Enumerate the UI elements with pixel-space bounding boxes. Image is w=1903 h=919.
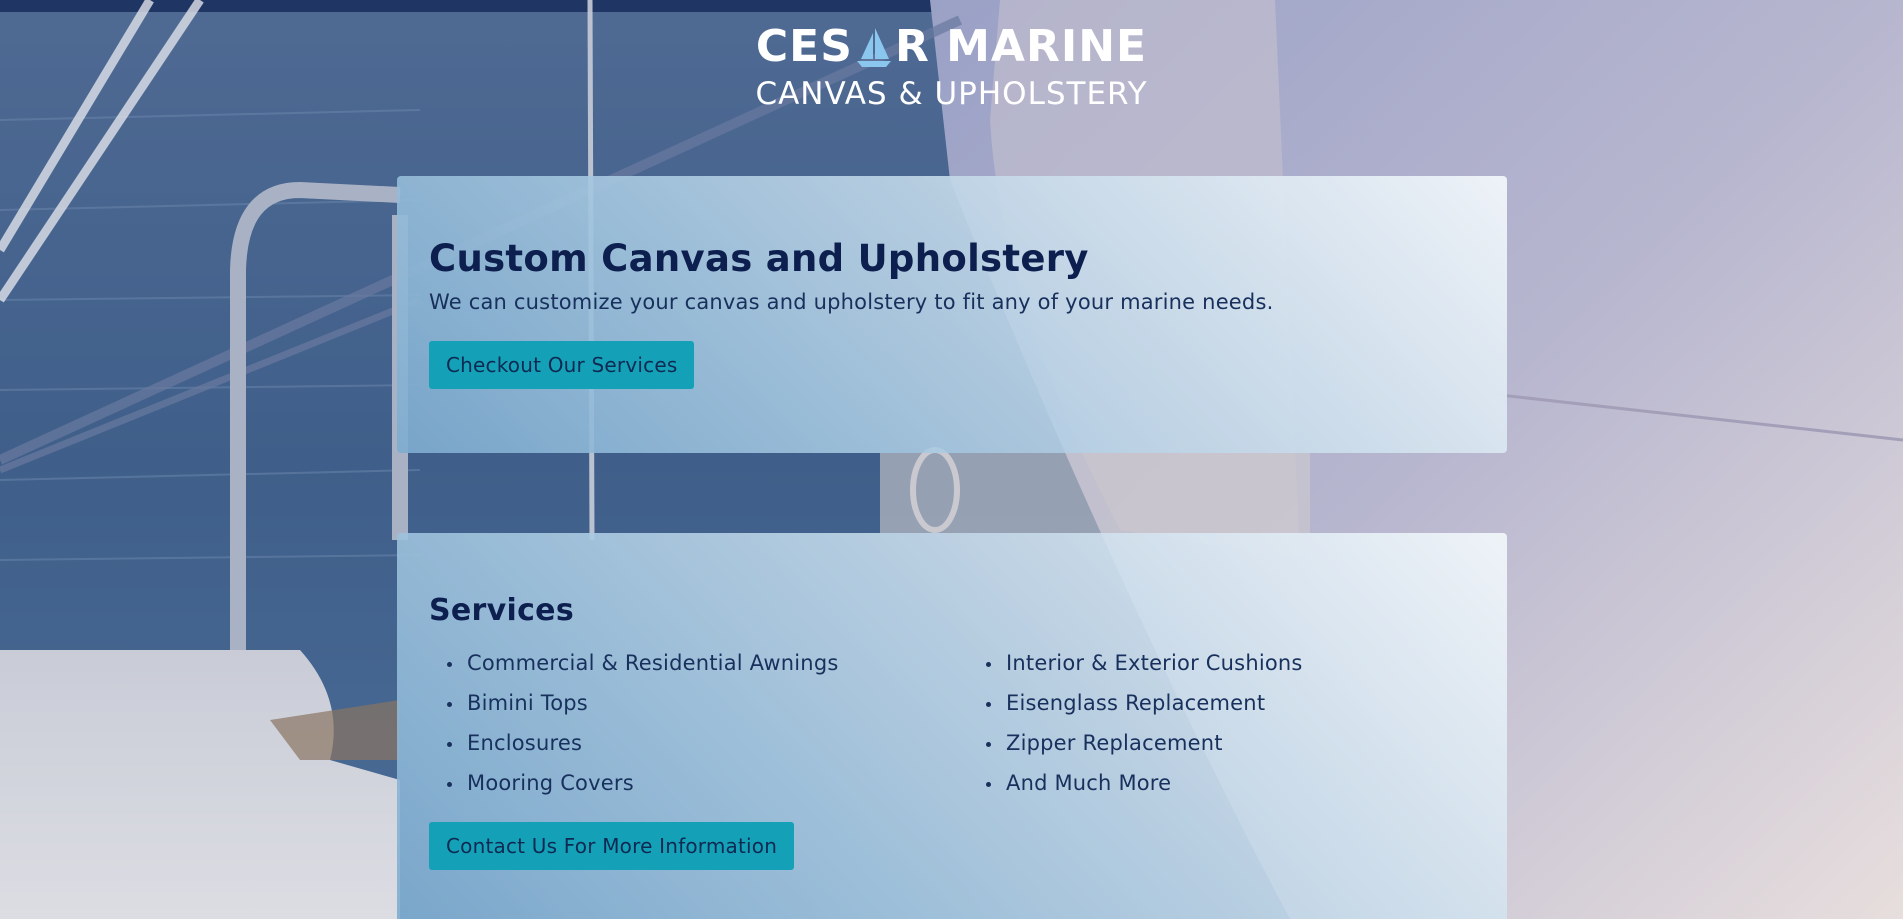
brand-logo[interactable]: CES R MARINE [756,22,1147,72]
brand-subtitle: CANVAS & UPHOLSTERY [755,76,1148,112]
sailboat-icon [855,27,893,67]
services-list-right: Interior & Exterior Cushions Eisenglass … [986,643,1303,803]
services-heading: Services [429,593,574,628]
hero-heading: Custom Canvas and Upholstery [429,237,1089,280]
list-item: Zipper Replacement [986,723,1303,763]
hero-card: Custom Canvas and Upholstery We can cust… [397,176,1507,453]
hero-text: We can customize your canvas and upholst… [429,290,1274,314]
brand-title-part-2: R MARINE [894,21,1148,72]
site-header: CES R MARINE CANVAS & UPHOLSTERY [0,22,1903,113]
list-item: Mooring Covers [447,763,839,803]
list-item: Interior & Exterior Cushions [986,643,1303,683]
services-list-left: Commercial & Residential Awnings Bimini … [447,643,839,803]
checkout-services-button[interactable]: Checkout Our Services [429,341,695,389]
list-item: And Much More [986,763,1303,803]
contact-us-button[interactable]: Contact Us For More Information [429,822,795,870]
services-card: Services Commercial & Residential Awning… [397,533,1507,919]
list-item: Enclosures [447,723,839,763]
list-item: Bimini Tops [447,683,839,723]
list-item: Commercial & Residential Awnings [447,643,839,683]
list-item: Eisenglass Replacement [986,683,1303,723]
brand-title-part-1: CES [755,21,853,72]
